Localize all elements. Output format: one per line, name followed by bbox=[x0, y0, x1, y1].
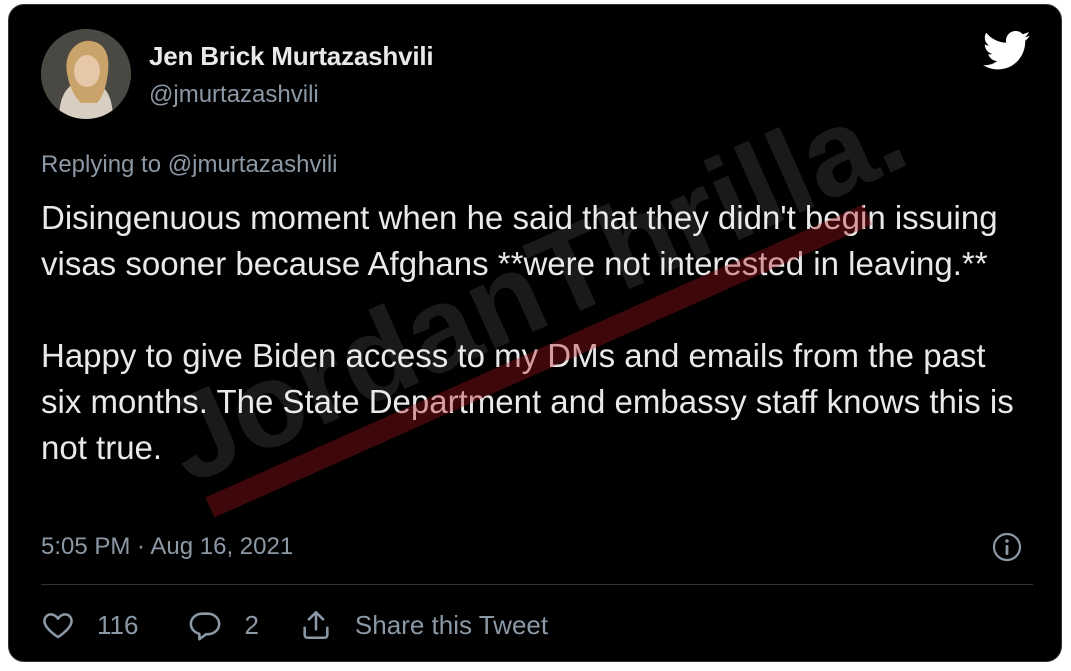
share-label: Share this Tweet bbox=[354, 609, 549, 640]
like-count: 116 bbox=[97, 609, 139, 640]
share-icon bbox=[303, 610, 329, 640]
divider bbox=[41, 584, 1033, 585]
tweet-paragraph-1: Disingenuous moment when he said that th… bbox=[41, 199, 998, 282]
avatar-portrait bbox=[41, 29, 131, 119]
author-name[interactable]: Jen Brick Murtazashvili bbox=[149, 41, 434, 72]
info-icon[interactable] bbox=[991, 531, 1023, 563]
reply-bubble-icon bbox=[190, 612, 221, 641]
twitter-bird-icon[interactable] bbox=[983, 31, 1031, 71]
tweet-time: 5:05 PM bbox=[41, 533, 131, 560]
meta-separator: · bbox=[130, 533, 151, 560]
tweet-timestamp[interactable]: 5:05 PM · Aug 16, 2021 bbox=[41, 533, 293, 561]
tweet-actions: 116 2 Share this Tweet bbox=[41, 605, 548, 645]
tweet-date: Aug 16, 2021 bbox=[150, 533, 294, 560]
heart-icon bbox=[43, 613, 73, 639]
tweet-text: Disingenuous moment when he said that th… bbox=[41, 195, 1031, 471]
tweet-card: Jen Brick Murtazashvili @jmurtazashvili … bbox=[8, 4, 1062, 662]
author-handle[interactable]: @jmurtazashvili bbox=[149, 81, 319, 109]
replying-prefix: Replying to bbox=[41, 151, 168, 178]
reply-button[interactable]: 2 bbox=[188, 608, 259, 642]
avatar[interactable] bbox=[41, 29, 131, 119]
reply-count: 2 bbox=[244, 609, 259, 640]
replying-to: Replying to @jmurtazashvili bbox=[41, 151, 337, 179]
like-button[interactable]: 116 bbox=[41, 608, 138, 642]
replying-mention-link[interactable]: @jmurtazashvili bbox=[168, 151, 338, 178]
share-button[interactable]: Share this Tweet bbox=[299, 608, 548, 642]
tweet-paragraph-2: Happy to give Biden access to my DMs and… bbox=[41, 337, 1014, 466]
